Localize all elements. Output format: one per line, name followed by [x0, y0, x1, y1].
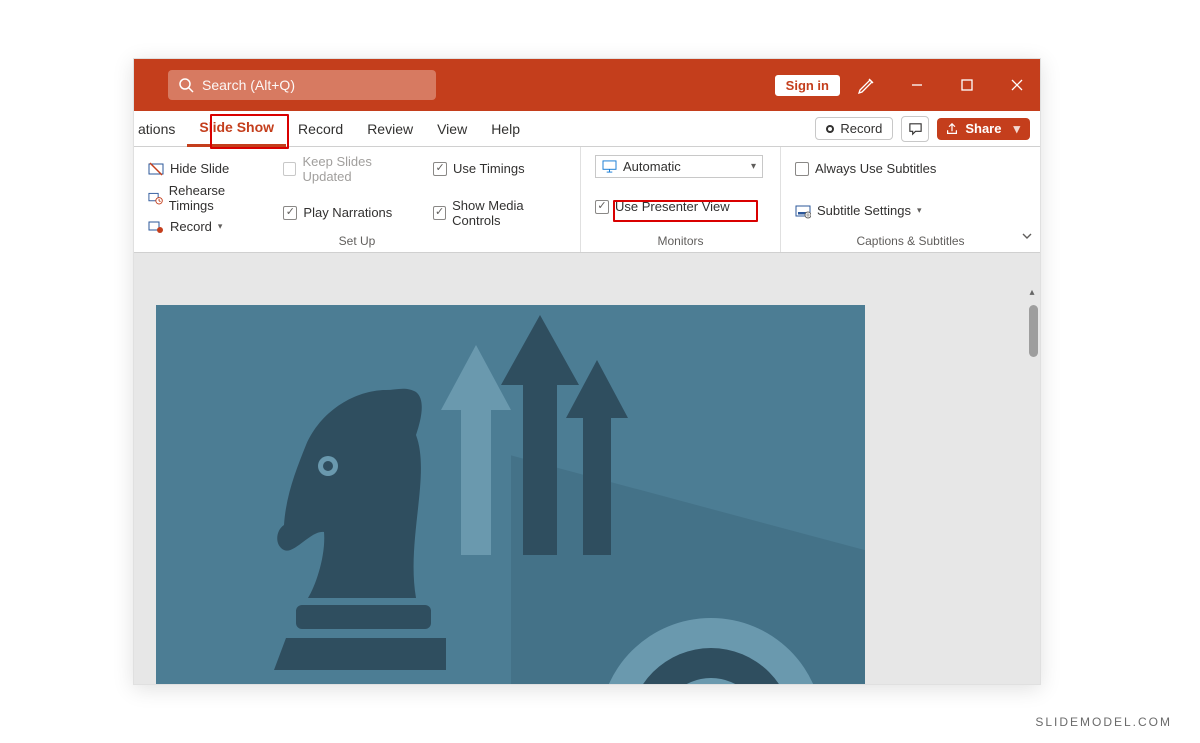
drawing-icon[interactable] — [844, 59, 890, 111]
share-icon — [945, 122, 959, 136]
ribbon-group-monitors: Automatic ▾ Use Presenter View Monitors — [581, 147, 781, 252]
use-timings-checkbox[interactable]: Use Timings — [433, 155, 566, 182]
keep-slides-label: Keep Slides Updated — [302, 154, 415, 184]
group-label-captions: Captions & Subtitles — [795, 230, 1026, 248]
search-placeholder: Search (Alt+Q) — [202, 77, 295, 93]
checkbox-checked-icon — [595, 200, 609, 214]
close-button[interactable] — [994, 59, 1040, 111]
checkbox-empty-icon — [795, 162, 809, 176]
chevron-down-icon: ▾ — [1013, 121, 1020, 137]
subtitle-settings-dropdown[interactable]: Subtitle Settings ▾ — [795, 197, 1026, 224]
signin-button[interactable]: Sign in — [775, 75, 840, 96]
ribbon: Hide Slide Rehearse Timings Record ▾ Kee… — [134, 147, 1040, 253]
up-arrow-icon — [566, 360, 628, 555]
monitor-select[interactable]: Automatic ▾ — [595, 155, 763, 178]
app-window: Search (Alt+Q) Sign in ations Slide Show… — [133, 58, 1041, 685]
tabrow-right: Record Share ▾ — [815, 111, 1040, 146]
tab-view[interactable]: View — [425, 111, 479, 147]
scrollbar-up-button[interactable]: ▴ — [1026, 287, 1038, 301]
show-media-controls-checkbox[interactable]: Show Media Controls — [433, 199, 566, 226]
always-use-subtitles-checkbox[interactable]: Always Use Subtitles — [795, 155, 1026, 182]
show-media-label: Show Media Controls — [452, 198, 566, 228]
play-narrations-label: Play Narrations — [303, 205, 392, 220]
comments-button[interactable] — [901, 116, 929, 142]
use-presenter-view-checkbox[interactable]: Use Presenter View — [595, 193, 766, 220]
ribbon-collapse-button[interactable] — [1020, 229, 1034, 246]
checkbox-checked-icon — [433, 206, 446, 220]
always-subtitles-label: Always Use Subtitles — [815, 161, 936, 176]
use-timings-label: Use Timings — [453, 161, 525, 176]
comment-icon — [908, 121, 923, 136]
target-icon — [596, 615, 826, 684]
minimize-button[interactable] — [894, 59, 940, 111]
record-button[interactable]: Record — [815, 117, 893, 140]
canvas-area: ▴ — [134, 253, 1040, 684]
ribbon-tabs: ations Slide Show Record Review View Hel… — [134, 111, 1040, 147]
maximize-button[interactable] — [944, 59, 990, 111]
hide-slide-button[interactable]: Hide Slide — [148, 155, 265, 182]
chevron-down-icon: ▾ — [751, 161, 756, 172]
checkbox-checked-icon — [433, 162, 447, 176]
group-label-setup: Set Up — [134, 230, 580, 248]
chevron-down-icon — [1020, 229, 1034, 243]
watermark: SLIDEMODEL.COM — [1035, 715, 1172, 729]
subtitles-icon — [795, 203, 811, 219]
subtitle-settings-label: Subtitle Settings — [817, 203, 911, 218]
hide-slide-label: Hide Slide — [170, 161, 229, 176]
checkbox-empty-icon — [283, 162, 296, 176]
scrollbar-track[interactable] — [1024, 305, 1038, 655]
record-button-label: Record — [840, 121, 882, 136]
rehearse-icon — [148, 190, 163, 206]
record-dot-icon — [826, 125, 834, 133]
tab-record[interactable]: Record — [286, 111, 355, 147]
chevron-down-icon: ▾ — [917, 205, 922, 216]
scrollbar-thumb[interactable] — [1029, 305, 1038, 357]
tab-review[interactable]: Review — [355, 111, 425, 147]
ribbon-group-captions: Always Use Subtitles Subtitle Settings ▾… — [781, 147, 1040, 252]
play-narrations-checkbox[interactable]: Play Narrations — [283, 199, 415, 226]
slide-canvas[interactable]: ▴ — [134, 253, 1040, 684]
search-icon — [178, 77, 194, 93]
checkbox-checked-icon — [283, 206, 297, 220]
title-bar: Search (Alt+Q) Sign in — [134, 59, 1040, 111]
ribbon-group-setup: Hide Slide Rehearse Timings Record ▾ Kee… — [134, 147, 581, 252]
tab-help[interactable]: Help — [479, 111, 532, 147]
hide-slide-icon — [148, 161, 164, 177]
search-input[interactable]: Search (Alt+Q) — [168, 70, 436, 100]
tab-animations-cut[interactable]: ations — [134, 111, 187, 147]
chess-knight-icon — [266, 380, 446, 670]
slide[interactable] — [156, 305, 865, 684]
presenter-view-label: Use Presenter View — [615, 199, 730, 214]
rehearse-timings-button[interactable]: Rehearse Timings — [148, 184, 265, 211]
group-label-monitors: Monitors — [595, 230, 766, 248]
rehearse-label: Rehearse Timings — [169, 183, 266, 213]
monitor-select-value: Automatic — [623, 159, 681, 174]
share-button[interactable]: Share ▾ — [937, 118, 1030, 140]
titlebar-right: Sign in — [769, 59, 1040, 111]
share-button-label: Share — [965, 121, 1001, 136]
keep-slides-updated-checkbox: Keep Slides Updated — [283, 155, 415, 182]
monitor-icon — [602, 160, 617, 173]
tab-slide-show[interactable]: Slide Show — [187, 111, 286, 147]
